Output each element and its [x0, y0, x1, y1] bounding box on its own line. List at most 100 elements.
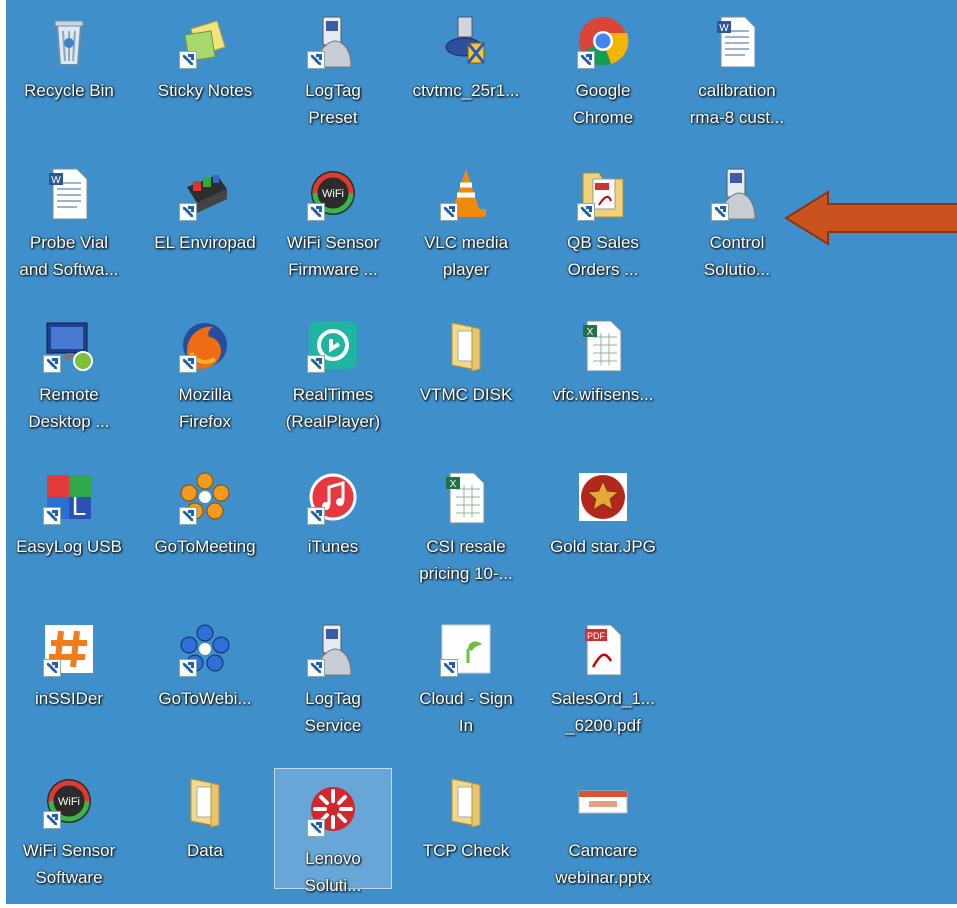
icon-label: VTMC DISK	[419, 385, 513, 404]
logtag-icon	[709, 165, 765, 221]
icon-label: Probe Vial and Softwa...	[19, 233, 119, 279]
icon-label: Mozilla Firefox	[178, 385, 232, 431]
desktop-icon-mozilla-firefox[interactable]: Mozilla Firefox	[146, 304, 264, 444]
desktop-icon-remote-desktop[interactable]: Remote Desktop ...	[10, 304, 128, 444]
icon-label: vfc.wifisens...	[552, 385, 654, 404]
lenovo-solutions-icon	[305, 781, 361, 837]
desktop-icon-vtmc-disk[interactable]: VTMC DISK	[407, 304, 525, 444]
folder-icon	[177, 773, 233, 829]
desktop-icon-logtag-preset[interactable]: LogTag Preset	[274, 0, 392, 140]
icon-label: iTunes	[307, 537, 359, 556]
desktop-icon-data[interactable]: Data	[146, 760, 264, 900]
easylog-icon: L	[41, 469, 97, 525]
shortcut-arrow-icon	[307, 51, 325, 69]
shortcut-arrow-icon	[577, 51, 595, 69]
icon-label: Google Chrome	[572, 81, 634, 127]
shortcut-arrow-icon	[43, 507, 61, 525]
svg-text:L: L	[72, 491, 86, 521]
web-shortcut-icon	[438, 621, 494, 677]
shortcut-arrow-icon	[179, 507, 197, 525]
excel-document-icon: X	[438, 469, 494, 525]
shortcut-arrow-icon	[307, 819, 325, 837]
chrome-icon	[575, 13, 631, 69]
icon-label: Data	[187, 841, 223, 860]
desktop-icon-lenovo-solutions[interactable]: Lenovo Soluti...	[274, 768, 392, 895]
desktop-icon-calibration[interactable]: W calibration rma-8 cust...	[678, 0, 796, 140]
desktop-icon-probe-vial[interactable]: W Probe Vial and Softwa...	[10, 152, 128, 292]
desktop-icon-camcare-webinar[interactable]: Camcare webinar.pptx	[544, 760, 662, 900]
vlc-icon	[438, 165, 494, 221]
shortcut-arrow-icon	[43, 659, 61, 677]
folder-icon	[438, 317, 494, 373]
desktop-icon-vlc[interactable]: VLC media player	[407, 152, 525, 292]
icon-label: Cloud - Sign In	[419, 689, 513, 735]
svg-text:WiFi: WiFi	[322, 188, 344, 200]
powerpoint-icon	[575, 773, 631, 829]
desktop-icon-qb-sales-orders[interactable]: QB Sales Orders ...	[544, 152, 662, 292]
icon-label: inSSIDer	[34, 689, 104, 708]
icon-label: EL Enviropad	[154, 233, 256, 252]
desktop-icon-gotowebinar[interactable]: GoToWebi...	[146, 608, 264, 748]
icon-label: Control Solutio...	[703, 233, 771, 279]
svg-text:WiFi: WiFi	[58, 796, 80, 808]
desktop-icon-tcp-check[interactable]: TCP Check	[407, 760, 525, 900]
folder-icon	[438, 773, 494, 829]
pdf-folder-icon	[575, 165, 631, 221]
icon-label: LogTag Preset	[305, 81, 361, 127]
desktop-icon-vfc-wifisens[interactable]: X vfc.wifisens...	[544, 304, 662, 444]
firefox-icon	[177, 317, 233, 373]
image-icon	[575, 469, 631, 525]
gotowebinar-icon	[177, 621, 233, 677]
desktop-icon-wifi-sensor-firmware[interactable]: WiFi WiFi Sensor Firmware ...	[274, 152, 392, 292]
wifi-sensor-icon: WiFi	[41, 773, 97, 829]
desktop-icon-wifi-sensor-software[interactable]: WiFi WiFi Sensor Software	[10, 760, 128, 900]
shortcut-arrow-icon	[43, 355, 61, 373]
desktop-icon-realtimes[interactable]: RealTimes (RealPlayer)	[274, 304, 392, 444]
shortcut-arrow-icon	[307, 355, 325, 373]
excel-document-icon: X	[575, 317, 631, 373]
icon-label: Sticky Notes	[157, 81, 253, 100]
desktop-icon-gotomeeting[interactable]: GoToMeeting	[146, 456, 264, 596]
recycle-bin-icon	[41, 13, 97, 69]
installer-icon	[438, 13, 494, 69]
desktop-icon-ctvtmc[interactable]: ctvtmc_25r1...	[407, 0, 525, 140]
desktop: Recycle Bin Sticky Notes LogTag Preset ct…	[6, 0, 957, 904]
icon-label: GoToWebi...	[158, 689, 252, 708]
icon-label: CSI resale pricing 10-...	[419, 537, 513, 583]
itunes-icon	[305, 469, 361, 525]
desktop-icon-cloud-sign-in[interactable]: Cloud - Sign In	[407, 608, 525, 748]
annotation-arrow	[784, 190, 957, 246]
desktop-icon-easylog-usb[interactable]: L EasyLog USB	[10, 456, 128, 596]
icon-label: WiFi Sensor Software	[22, 841, 116, 887]
desktop-icon-inssider[interactable]: inSSIDer	[10, 608, 128, 748]
shortcut-arrow-icon	[440, 203, 458, 221]
desktop-icon-gold-star[interactable]: Gold star.JPG	[544, 456, 662, 596]
desktop-icon-salesord-pdf[interactable]: PDF SalesOrd_1... _6200.pdf	[544, 608, 662, 748]
inssider-icon	[41, 621, 97, 677]
desktop-icon-logtag-service[interactable]: LogTag Service	[274, 608, 392, 748]
shortcut-arrow-icon	[179, 659, 197, 677]
desktop-icon-control-solutions[interactable]: Control Solutio...	[678, 152, 796, 292]
icon-label: EasyLog USB	[16, 537, 122, 556]
gotomeeting-icon	[177, 469, 233, 525]
desktop-icon-itunes[interactable]: iTunes	[274, 456, 392, 596]
icon-label: ctvtmc_25r1...	[412, 81, 520, 100]
svg-text:X: X	[450, 479, 457, 490]
desktop-icon-sticky-notes[interactable]: Sticky Notes	[146, 0, 264, 140]
shortcut-arrow-icon	[711, 203, 729, 221]
enviropad-icon	[177, 165, 233, 221]
icon-label: QB Sales Orders ...	[567, 233, 639, 279]
shortcut-arrow-icon	[179, 355, 197, 373]
desktop-icon-csi-resale[interactable]: X CSI resale pricing 10-...	[407, 456, 525, 596]
desktop-icon-google-chrome[interactable]: Google Chrome	[544, 0, 662, 140]
icon-label: Remote Desktop ...	[28, 385, 110, 431]
pdf-icon: PDF	[575, 621, 631, 677]
icon-label: RealTimes (RealPlayer)	[285, 385, 381, 431]
icon-label: Camcare webinar.pptx	[555, 841, 651, 887]
desktop-icon-recycle-bin[interactable]: Recycle Bin	[10, 0, 128, 140]
desktop-icon-el-enviropad[interactable]: EL Enviropad	[146, 152, 264, 292]
icon-label: calibration rma-8 cust...	[689, 81, 785, 127]
shortcut-arrow-icon	[307, 507, 325, 525]
shortcut-arrow-icon	[43, 811, 61, 829]
icon-label: GoToMeeting	[154, 537, 256, 556]
